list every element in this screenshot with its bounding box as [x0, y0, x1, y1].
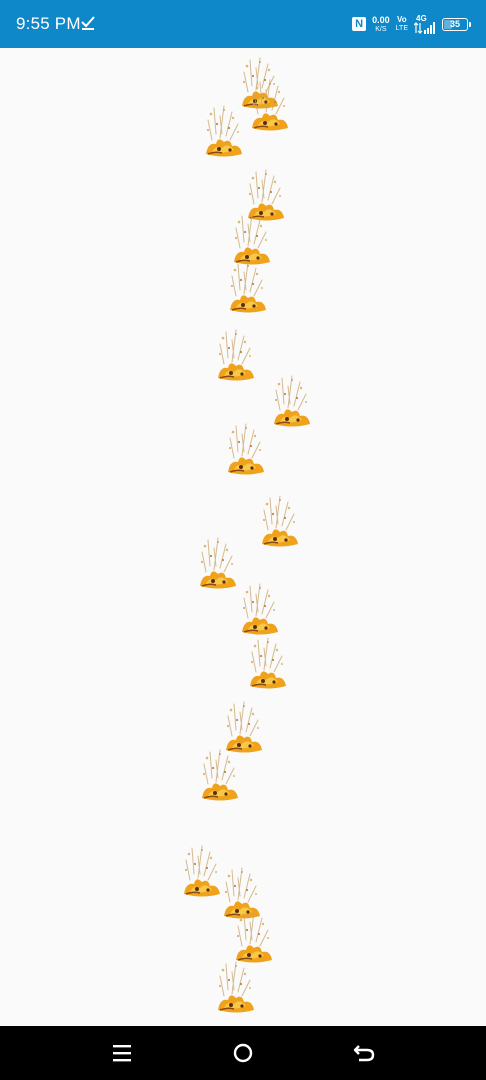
falling-flame-particle — [241, 583, 279, 636]
circle-icon[interactable] — [229, 1039, 257, 1067]
menu-lines-icon[interactable] — [108, 1039, 136, 1067]
battery-level: 35 — [449, 19, 460, 29]
status-icons: N 0.00 K/S Vo LTE 4G 35 — [352, 12, 471, 36]
nfc-icon: N — [352, 17, 367, 31]
falling-flame-particle — [201, 749, 239, 802]
network-speed-value: 0.00 — [372, 14, 390, 25]
falling-flame-particle — [261, 495, 299, 548]
download-done-icon — [81, 16, 95, 30]
signal-bars-icon — [414, 22, 435, 34]
signal-strength-icon: 4G — [414, 14, 436, 34]
falling-flame-particle — [183, 845, 221, 898]
back-arrow-icon[interactable] — [351, 1039, 379, 1067]
falling-flame-particle — [217, 329, 255, 382]
status-time: 9:55 PM — [16, 14, 81, 33]
status-bar: 9:55 PM N 0.00 K/S Vo LTE 4G 35 — [0, 0, 486, 48]
navigation-bar — [0, 1026, 486, 1080]
volte-indicator: Vo LTE — [395, 15, 408, 33]
falling-flame-particle — [205, 105, 243, 158]
falling-flame-particle — [227, 423, 265, 476]
falling-flame-particle — [235, 911, 273, 964]
network-speed-unit: K/S — [375, 25, 387, 33]
battery-icon: 35 — [442, 17, 471, 31]
falling-flame-particle — [251, 79, 289, 132]
falling-flame-particle — [199, 537, 237, 590]
volte-bottom-label: LTE — [395, 25, 408, 32]
network-speed: 0.00 K/S — [372, 14, 390, 33]
falling-flame-particle — [229, 261, 267, 314]
animation-canvas[interactable] — [0, 48, 486, 1026]
volte-top-label: Vo — [397, 15, 407, 24]
falling-flame-particle — [249, 637, 287, 690]
falling-flame-particle — [217, 961, 255, 1014]
falling-flame-particle — [273, 375, 311, 428]
